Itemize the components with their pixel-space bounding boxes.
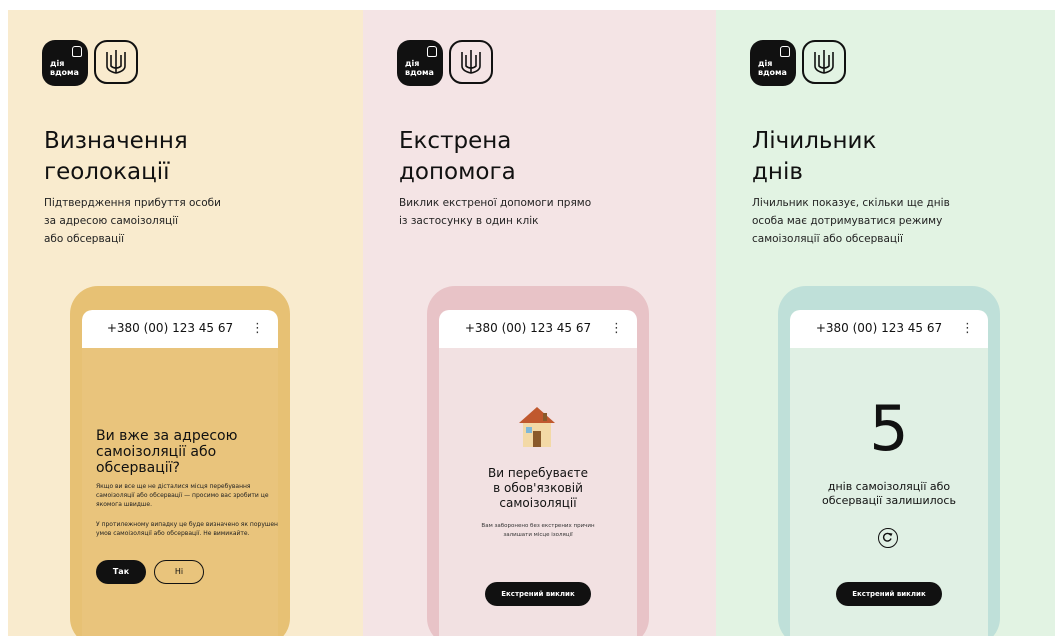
phone-number: +380 (00) 123 45 67 — [815, 321, 943, 335]
panel-description: Підтвердження прибуття особи за адресою … — [44, 197, 221, 245]
house-icon — [72, 46, 82, 57]
trident-emblem-icon — [449, 40, 493, 84]
phone-screen: +380 (00) 123 45 67 ⋮ Ви перебуваєте в о… — [439, 310, 637, 636]
question-title: Ви вже за адресою самоізоляції або обсер… — [96, 428, 238, 476]
diia-vdoma-logo: дія вдома — [42, 40, 88, 86]
days-count: 5 — [869, 392, 909, 465]
phone-mockup: +380 (00) 123 45 67 ⋮ Ви перебуваєте в о… — [427, 286, 649, 636]
phone-number: +380 (00) 123 45 67 — [464, 321, 592, 335]
emergency-call-button[interactable]: Екстрений виклик — [836, 582, 942, 606]
panel-emergency: дія вдома Екстрена допомога Виклик екстре… — [363, 10, 716, 636]
panel-day-counter: дія вдома Лічильник днів Лічильник показу… — [716, 10, 1055, 636]
days-label: днів самоізоляції або обсервації залишил… — [822, 480, 956, 507]
phone-screen: +380 (00) 123 45 67 ⋮ Ви вже за адресою … — [82, 310, 278, 636]
more-menu-icon[interactable]: ⋮ — [961, 321, 974, 336]
question-text: Якщо ви все ще не дісталися місця перебу… — [96, 483, 269, 508]
refresh-icon[interactable] — [878, 528, 898, 548]
phone-mockup: +380 (00) 123 45 67 ⋮ Ви вже за адресою … — [70, 286, 290, 636]
panel-description: Лічильник показує, скільки ще днів особа… — [752, 197, 950, 245]
trident-emblem-icon — [94, 40, 138, 84]
logo-text: дія вдома — [758, 59, 787, 77]
phone-mockup: +380 (00) 123 45 67 ⋮ 5 днів самоізоляці… — [778, 286, 1000, 636]
yes-button[interactable]: Так — [96, 560, 146, 584]
isolation-note: Вам заборонено без екстрених причин зали… — [481, 523, 595, 538]
phone-number: +380 (00) 123 45 67 — [106, 321, 234, 335]
panel-geolocation: дія вдома Визначення геолокації Підтвердж… — [8, 10, 363, 636]
panel-description: Виклик екстреної допомоги прямо із засто… — [399, 197, 592, 227]
diia-vdoma-logo: дія вдома — [397, 40, 443, 86]
top-bar: +380 (00) 123 45 67 ⋮ — [790, 310, 988, 348]
isolation-status: Ви перебуваєте в обов'язковій самоізоляц… — [488, 466, 588, 510]
logo-text: дія вдома — [50, 59, 79, 77]
house-emoji-icon — [517, 405, 557, 449]
logo-text: дія вдома — [405, 59, 434, 77]
more-menu-icon[interactable]: ⋮ — [251, 321, 264, 336]
phone-screen: +380 (00) 123 45 67 ⋮ 5 днів самоізоляці… — [790, 310, 988, 636]
panel-title: Лічильник днів — [752, 128, 877, 185]
more-menu-icon[interactable]: ⋮ — [610, 321, 623, 336]
trident-emblem-icon — [802, 40, 846, 84]
house-icon — [780, 46, 790, 57]
house-icon — [427, 46, 437, 57]
top-bar: +380 (00) 123 45 67 ⋮ — [439, 310, 637, 348]
no-button[interactable]: Ні — [154, 560, 204, 584]
diia-vdoma-logo: дія вдома — [750, 40, 796, 86]
top-bar: +380 (00) 123 45 67 ⋮ — [82, 310, 278, 348]
warning-text: У протилежному випадку це буде визначено… — [96, 521, 278, 537]
panel-title: Визначення геолокації — [44, 128, 188, 185]
emergency-call-button[interactable]: Екстрений виклик — [485, 582, 591, 606]
panel-title: Екстрена допомога — [399, 128, 516, 185]
